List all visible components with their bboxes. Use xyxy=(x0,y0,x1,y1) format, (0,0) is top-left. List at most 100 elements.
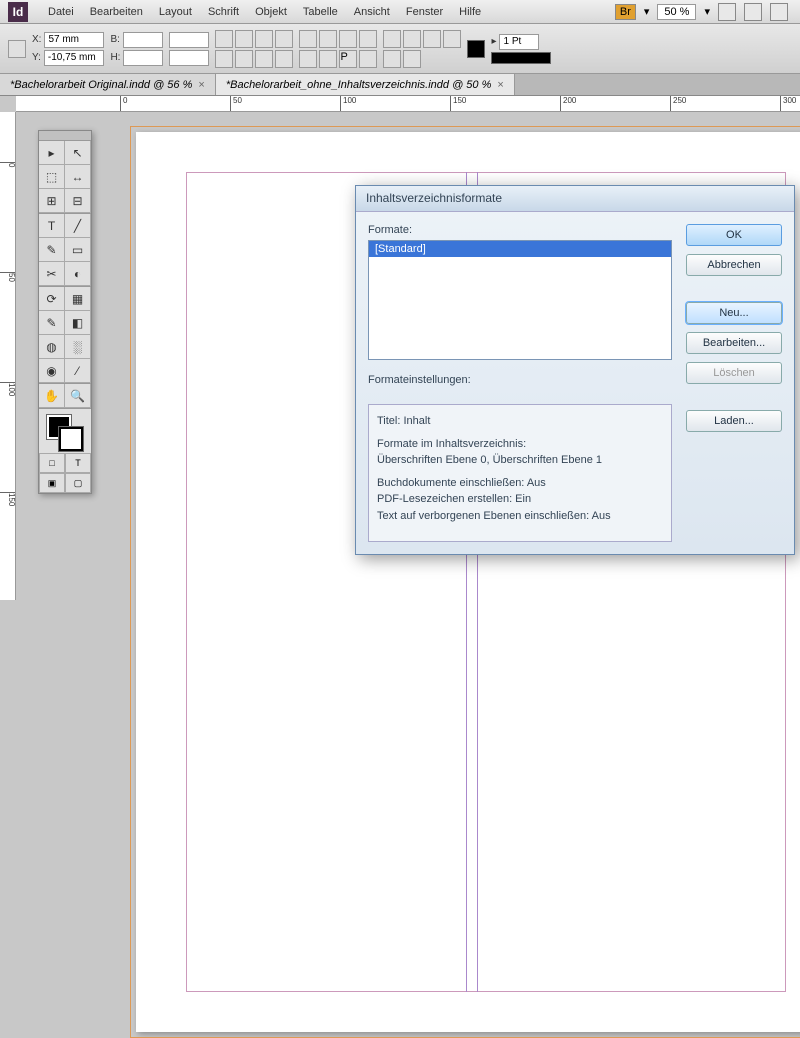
select-content-icon[interactable] xyxy=(235,50,253,68)
fit-frame-icon[interactable] xyxy=(319,30,337,48)
scale-y-input[interactable] xyxy=(169,50,209,66)
bridge-badge[interactable]: Br xyxy=(615,4,636,20)
menu-fenster[interactable]: Fenster xyxy=(398,6,451,18)
zoom-level[interactable]: 50 % xyxy=(657,4,696,20)
color-theme-tool[interactable]: ◧ xyxy=(65,311,91,335)
content-placer-tool[interactable]: ⊟ xyxy=(65,189,91,213)
settings-preview: Titel: Inhalt Formate im Inhaltsverzeich… xyxy=(368,404,672,542)
apply-container-icon[interactable]: □ xyxy=(39,453,65,473)
stroke-weight-input[interactable] xyxy=(499,34,539,50)
preview-view-icon[interactable]: ▢ xyxy=(65,473,91,493)
menu-layout[interactable]: Layout xyxy=(151,6,200,18)
ruler-tick: 100 xyxy=(340,96,356,112)
wrap-icon[interactable] xyxy=(359,50,377,68)
zoom-tool[interactable]: 🔍 xyxy=(65,384,91,408)
fill-swatch[interactable] xyxy=(467,40,485,58)
measure-tool[interactable]: ◉ xyxy=(39,359,65,383)
fit-proportional-icon[interactable] xyxy=(359,30,377,48)
close-icon[interactable]: × xyxy=(198,79,204,91)
direct-selection-tool[interactable]: ↖ xyxy=(65,141,91,165)
ruler-tick: 0 xyxy=(120,96,127,112)
fit-content-icon[interactable] xyxy=(299,30,317,48)
ok-button[interactable]: OK xyxy=(686,224,782,246)
stroke-color[interactable] xyxy=(59,427,83,451)
pen-tool[interactable]: ✎ xyxy=(39,238,65,262)
chevron-down-icon[interactable]: ▾ xyxy=(644,5,650,18)
wrap-none-icon[interactable] xyxy=(383,30,401,48)
new-button[interactable]: Neu... xyxy=(686,302,782,324)
type-tool[interactable]: T xyxy=(39,214,65,238)
rotate-ccw-icon[interactable] xyxy=(235,30,253,48)
panel-grip[interactable] xyxy=(39,131,91,141)
gradient-feather-tool[interactable]: ◍ xyxy=(39,335,65,359)
setting-line: Buchdokumente einschließen: Aus xyxy=(377,477,546,489)
gradient-swatch-tool[interactable]: ▦ xyxy=(65,287,91,311)
gap-tool[interactable]: ↔ xyxy=(65,165,91,189)
rotate-cw-icon[interactable] xyxy=(215,30,233,48)
ellipse-tool[interactable]: ◐ xyxy=(65,262,91,286)
wrap-object-icon[interactable] xyxy=(443,30,461,48)
x-input[interactable] xyxy=(44,32,104,48)
y-input[interactable] xyxy=(44,50,104,66)
vertical-ruler[interactable]: 0 50 100 150 200 xyxy=(0,112,16,600)
corner-icon[interactable] xyxy=(403,50,421,68)
scissors-tool[interactable]: ✂ xyxy=(39,262,65,286)
edit-button[interactable]: Bearbeiten... xyxy=(686,332,782,354)
load-button[interactable]: Laden... xyxy=(686,410,782,432)
wrap-bounding-icon[interactable] xyxy=(403,30,421,48)
stroke-style[interactable] xyxy=(491,52,551,64)
menu-datei[interactable]: Datei xyxy=(40,6,82,18)
menu-tabelle[interactable]: Tabelle xyxy=(295,6,346,18)
menu-objekt[interactable]: Objekt xyxy=(247,6,295,18)
page-tool[interactable]: ⬚ xyxy=(39,165,65,189)
menu-bearbeiten[interactable]: Bearbeiten xyxy=(82,6,151,18)
delete-button[interactable]: Löschen xyxy=(686,362,782,384)
center-content-icon[interactable] xyxy=(339,30,357,48)
apply-text-icon[interactable]: T xyxy=(65,453,91,473)
b-label: B: xyxy=(110,34,119,45)
scale-x-input[interactable] xyxy=(169,32,209,48)
free-transform-tool[interactable]: ⟳ xyxy=(39,287,65,311)
fill-proportional-icon[interactable] xyxy=(299,50,317,68)
selection-tool[interactable]: ▸ xyxy=(39,141,65,165)
horizontal-ruler[interactable]: 0 50 100 150 200 250 300 xyxy=(16,96,800,112)
reference-point-icon[interactable] xyxy=(8,40,26,58)
smooth-tool[interactable]: ⁄ xyxy=(65,359,91,383)
tab-bachelorarbeit-original[interactable]: *Bachelorarbeit Original.indd @ 56 %× xyxy=(0,74,216,95)
effects-icon[interactable]: P xyxy=(339,50,357,68)
note-tool[interactable]: ✎ xyxy=(39,311,65,335)
tab-bachelorarbeit-ohne-inhalt[interactable]: *Bachelorarbeit_ohne_Inhaltsverzeichnis.… xyxy=(216,74,515,95)
flip-v-icon[interactable] xyxy=(275,30,293,48)
menu-ansicht[interactable]: Ansicht xyxy=(346,6,398,18)
cancel-button[interactable]: Abbrechen xyxy=(686,254,782,276)
workspace-icon[interactable] xyxy=(770,3,788,21)
ruler-tick: 50 xyxy=(230,96,242,112)
screen-mode-icon[interactable] xyxy=(718,3,736,21)
list-item[interactable]: [Standard] xyxy=(369,241,671,257)
y-label: Y: xyxy=(32,52,41,63)
close-icon[interactable]: × xyxy=(497,79,503,91)
normal-view-icon[interactable]: ▣ xyxy=(39,473,65,493)
hand-tool[interactable]: ✋ xyxy=(39,384,65,408)
chevron-down-icon[interactable]: ▾ xyxy=(704,5,710,18)
auto-fit-icon[interactable] xyxy=(319,50,337,68)
line-tool[interactable]: ╱ xyxy=(65,214,91,238)
select-next-icon[interactable] xyxy=(275,50,293,68)
content-collector-tool[interactable]: ⊞ xyxy=(39,189,65,213)
height-input[interactable] xyxy=(123,50,163,66)
menu-hilfe[interactable]: Hilfe xyxy=(451,6,489,18)
select-prev-icon[interactable] xyxy=(255,50,273,68)
arrange-icon[interactable] xyxy=(744,3,762,21)
flip-h-icon[interactable] xyxy=(255,30,273,48)
select-container-icon[interactable] xyxy=(215,50,233,68)
fill-stroke-tool[interactable] xyxy=(39,409,91,453)
tools-panel: ▸ ↖ ⬚ ↔ ⊞ ⊟ T ╱ ✎ ▭ ✂ ◐ ⟳ ▦ ✎ ◧ ◍ ░ ◉ ⁄ … xyxy=(38,130,92,494)
wrap-shape-icon[interactable] xyxy=(423,30,441,48)
rectangle-frame-tool[interactable]: ▭ xyxy=(65,238,91,262)
menu-schrift[interactable]: Schrift xyxy=(200,6,247,18)
width-input[interactable] xyxy=(123,32,163,48)
formats-listbox[interactable]: [Standard] xyxy=(368,240,672,360)
wrap-column-icon[interactable] xyxy=(383,50,401,68)
ruler-tick: 150 xyxy=(0,492,16,506)
eyedropper-tool[interactable]: ░ xyxy=(65,335,91,359)
